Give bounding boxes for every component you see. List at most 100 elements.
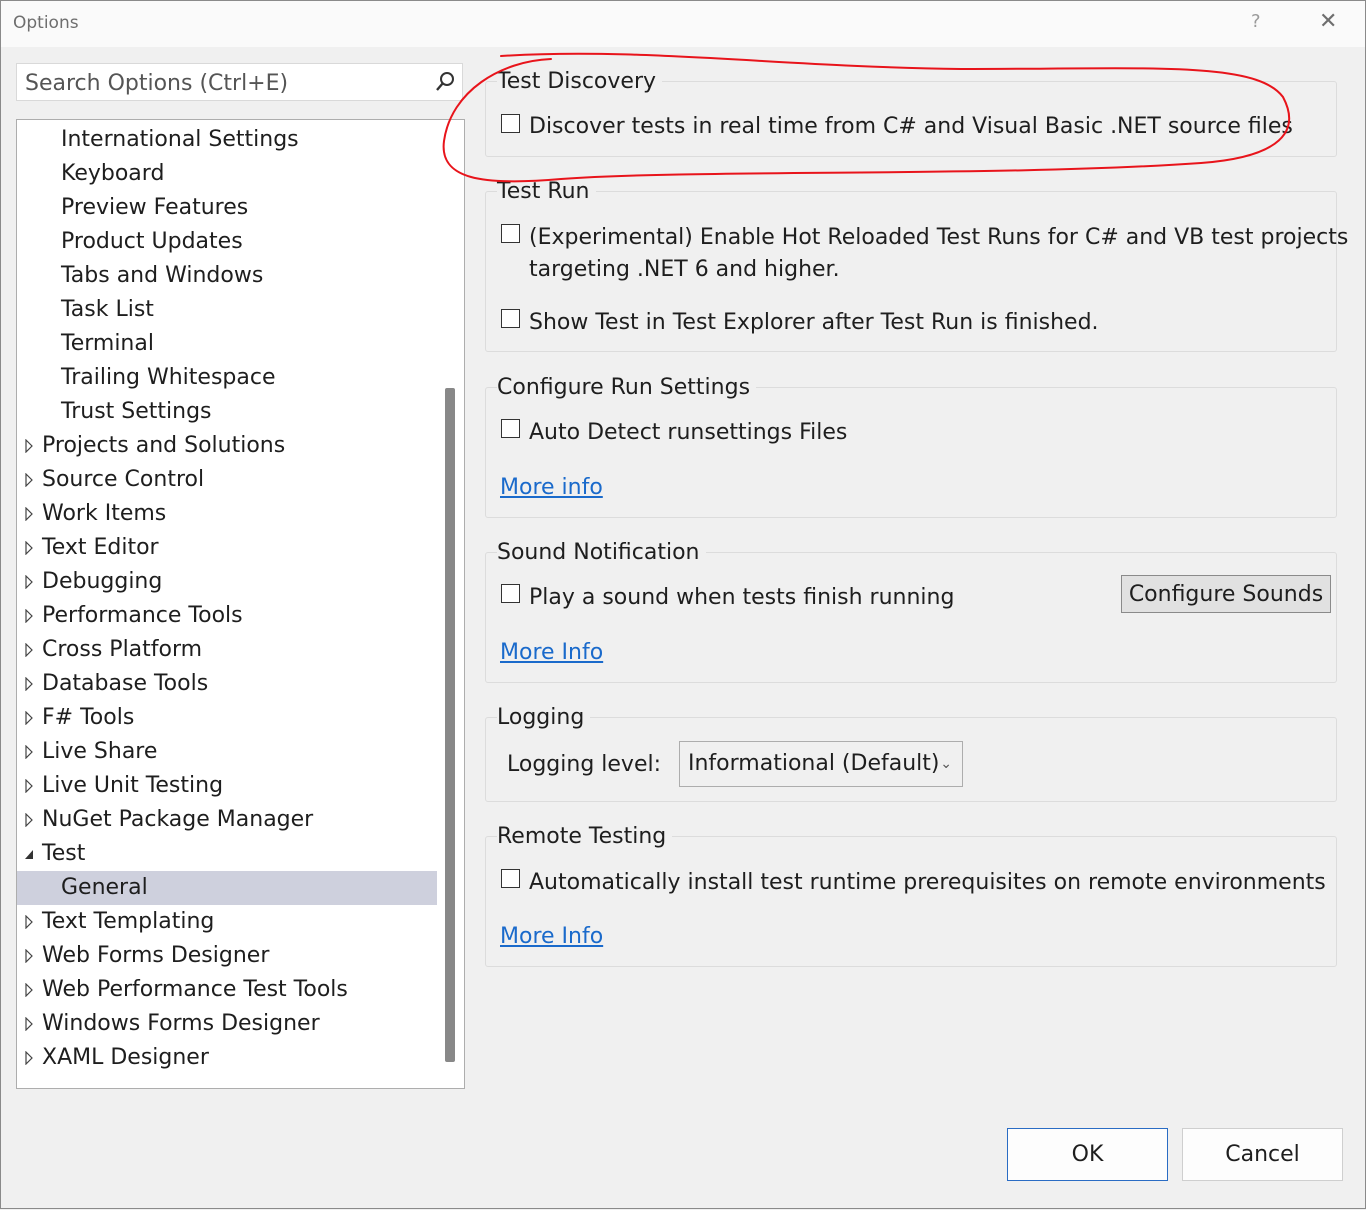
tree-item-label: Test <box>42 841 86 866</box>
options-tree: XAML Designer Windows Forms Designer Web P… <box>16 119 465 1089</box>
sound-title: Sound Notification <box>497 540 706 565</box>
caret-collapsed-icon[interactable] <box>24 677 34 691</box>
tree-scrollbar-thumb[interactable] <box>445 388 455 1062</box>
logging-title: Logging <box>497 705 591 730</box>
logging-level-label: Logging level: <box>507 752 661 777</box>
tree-item[interactable]: Work Items <box>17 497 437 531</box>
test-run-title: Test Run <box>497 179 596 204</box>
caret-collapsed-icon[interactable] <box>24 915 34 929</box>
dialog-title: Options <box>13 13 79 33</box>
remote-testing-group <box>485 836 1337 967</box>
test-discovery-title: Test Discovery <box>497 69 663 94</box>
tree-item[interactable]: Database Tools <box>17 667 437 701</box>
options-dialog: Options ? ✕ XAML Designer Windows Forms D… <box>0 0 1366 1209</box>
tree-item-label: Task List <box>61 297 154 322</box>
remote-install-label: Automatically install test runtime prere… <box>529 870 1326 895</box>
sound-more-info-link[interactable]: More Info <box>500 640 603 665</box>
tree-item[interactable]: NuGet Package Manager <box>17 803 437 837</box>
logging-level-select[interactable]: Informational (Default) ⌄ <box>679 741 963 787</box>
tree-item[interactable]: Preview Features <box>17 191 437 225</box>
tree-item[interactable]: Web Performance Test Tools <box>17 973 437 1007</box>
caret-collapsed-icon[interactable] <box>24 1051 34 1065</box>
tree-item[interactable]: Debugging <box>17 565 437 599</box>
tree-item[interactable]: F# Tools <box>17 701 437 735</box>
tree-item[interactable]: Keyboard <box>17 157 437 191</box>
caret-collapsed-icon[interactable] <box>24 949 34 963</box>
tree-item-label: Projects and Solutions <box>42 433 286 458</box>
caret-collapsed-icon[interactable] <box>24 507 34 521</box>
tree-item[interactable]: Task List <box>17 293 437 327</box>
caret-collapsed-icon[interactable] <box>24 643 34 657</box>
hot-reload-checkbox[interactable] <box>501 224 520 243</box>
tree-item-label: General <box>61 875 148 900</box>
configure-sounds-button[interactable]: Configure Sounds <box>1121 575 1331 613</box>
tree-item[interactable]: Performance Tools <box>17 599 437 633</box>
tree-item[interactable]: General <box>17 871 437 905</box>
remote-install-checkbox[interactable] <box>501 869 520 888</box>
realtime-discovery-checkbox[interactable] <box>501 114 520 133</box>
tree-item[interactable]: Test <box>17 837 437 871</box>
caret-collapsed-icon[interactable] <box>24 813 34 827</box>
caret-collapsed-icon[interactable] <box>24 541 34 555</box>
tree-item-label: Tabs and Windows <box>61 263 264 288</box>
tree-item[interactable]: International Settings <box>17 123 437 157</box>
tree-item-label: Performance Tools <box>42 603 243 628</box>
tree-item[interactable]: Text Editor <box>17 531 437 565</box>
show-test-checkbox[interactable] <box>501 309 520 328</box>
tree-item-label: Product Updates <box>61 229 243 254</box>
close-button[interactable]: ✕ <box>1319 9 1337 34</box>
chevron-down-icon: ⌄ <box>940 756 952 772</box>
tree-item-label: Trailing Whitespace <box>61 365 276 390</box>
tree-item-label: Terminal <box>61 331 154 356</box>
play-sound-checkbox[interactable] <box>501 584 520 603</box>
run-settings-more-info-link[interactable]: More info <box>500 475 603 500</box>
tree-item-label: Keyboard <box>61 161 165 186</box>
tree-item-label: Preview Features <box>61 195 249 220</box>
help-button[interactable]: ? <box>1251 11 1261 32</box>
caret-collapsed-icon[interactable] <box>24 745 34 759</box>
tree-item[interactable]: Text Templating <box>17 905 437 939</box>
tree-item[interactable]: XAML Designer <box>17 1041 437 1075</box>
caret-collapsed-icon[interactable] <box>24 983 34 997</box>
caret-expanded-icon[interactable] <box>24 847 34 861</box>
caret-collapsed-icon[interactable] <box>24 473 34 487</box>
tree-item[interactable]: Product Updates <box>17 225 437 259</box>
tree-item-label: Text Editor <box>42 535 159 560</box>
tree-item[interactable]: Cross Platform <box>17 633 437 667</box>
tree-item[interactable]: Trust Settings <box>17 395 437 429</box>
tree-item-label: Live Share <box>42 739 158 764</box>
auto-detect-checkbox[interactable] <box>501 419 520 438</box>
caret-collapsed-icon[interactable] <box>24 779 34 793</box>
hot-reload-label-line2: targeting .NET 6 and higher. <box>529 257 840 282</box>
caret-collapsed-icon[interactable] <box>24 575 34 589</box>
tree-item-label: Trust Settings <box>61 399 212 424</box>
tree-item[interactable]: Terminal <box>17 327 437 361</box>
cancel-button[interactable]: Cancel <box>1182 1128 1343 1181</box>
tree-item-label: Debugging <box>42 569 163 594</box>
logging-level-value: Informational (Default) <box>688 751 940 776</box>
remote-testing-title: Remote Testing <box>497 824 673 849</box>
remote-more-info-link[interactable]: More Info <box>500 924 603 949</box>
tree-item[interactable]: Live Share <box>17 735 437 769</box>
tree-item-label: Web Forms Designer <box>42 943 270 968</box>
tree-item-label: Cross Platform <box>42 637 203 662</box>
caret-collapsed-icon[interactable] <box>24 439 34 453</box>
tree-item[interactable]: Tabs and Windows <box>17 259 437 293</box>
tree-item[interactable]: Projects and Solutions <box>17 429 437 463</box>
ok-button[interactable]: OK <box>1007 1128 1168 1181</box>
search-icon[interactable] <box>434 71 456 93</box>
hot-reload-label-line1: (Experimental) Enable Hot Reloaded Test … <box>529 225 1349 250</box>
caret-collapsed-icon[interactable] <box>24 609 34 623</box>
tree-item[interactable]: Source Control <box>17 463 437 497</box>
tree-item[interactable]: Trailing Whitespace <box>17 361 437 395</box>
tree-item[interactable]: Web Forms Designer <box>17 939 437 973</box>
tree-item-label: Work Items <box>42 501 167 526</box>
search-input[interactable] <box>23 68 427 98</box>
tree-item-label: Web Performance Test Tools <box>42 977 348 1002</box>
tree-item-label: Text Templating <box>42 909 215 934</box>
tree-item[interactable]: Windows Forms Designer <box>17 1007 437 1041</box>
tree-item-label: International Settings <box>61 127 299 152</box>
caret-collapsed-icon[interactable] <box>24 711 34 725</box>
tree-item[interactable]: Live Unit Testing <box>17 769 437 803</box>
caret-collapsed-icon[interactable] <box>24 1017 34 1031</box>
